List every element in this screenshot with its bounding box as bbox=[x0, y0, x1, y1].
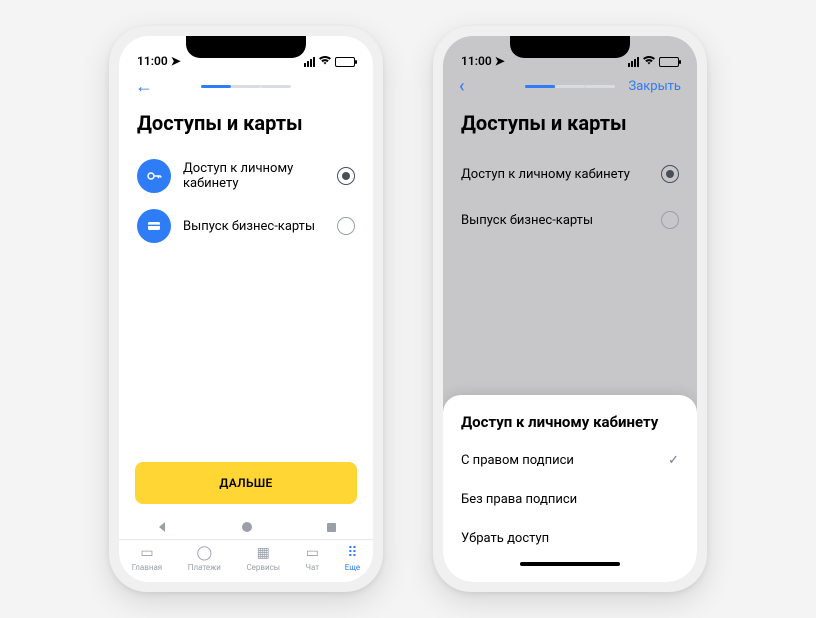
option-business-card[interactable]: Выпуск бизнес-карты bbox=[119, 201, 373, 251]
progress-indicator bbox=[525, 85, 615, 88]
tab-payments[interactable]: ◯ Платежи bbox=[188, 545, 221, 572]
location-icon: ➤ bbox=[171, 54, 181, 68]
home-icon: ▭ bbox=[140, 545, 153, 561]
nav-row: ‹ Закрыть bbox=[443, 70, 697, 101]
tab-label: Еще bbox=[345, 563, 360, 572]
back-button[interactable]: ‹ bbox=[459, 76, 465, 97]
services-icon: ▦ bbox=[257, 545, 270, 561]
tab-services[interactable]: ▦ Сервисы bbox=[246, 545, 280, 572]
tab-label: Главная bbox=[132, 563, 162, 572]
screen: 11:00 ➤ ‹ Закрыть Доступы и карты Доступ… bbox=[443, 36, 697, 582]
sheet-title: Доступ к личному кабинету bbox=[443, 413, 697, 441]
option-account-access[interactable]: Доступ к личному кабинету bbox=[119, 151, 373, 201]
tab-bar: ▭ Главная ◯ Платежи ▦ Сервисы ▭ Чат ⠿ Ещ… bbox=[119, 539, 373, 582]
android-nav bbox=[119, 514, 373, 539]
page-title: Доступы и карты bbox=[119, 101, 373, 151]
tab-label: Платежи bbox=[188, 563, 221, 572]
wifi-icon bbox=[642, 55, 656, 68]
tab-label: Чат bbox=[306, 563, 320, 572]
nav-row: ← bbox=[119, 70, 373, 101]
radio-unselected[interactable] bbox=[661, 211, 679, 229]
wifi-icon bbox=[318, 55, 332, 68]
sheet-option-no-sign-rights[interactable]: Без права подписи bbox=[443, 480, 697, 519]
phone-mock-right: 11:00 ➤ ‹ Закрыть Доступы и карты Доступ… bbox=[433, 26, 707, 592]
sheet-option-remove-access[interactable]: Убрать доступ bbox=[443, 519, 697, 558]
sheet-option-sign-rights[interactable]: С правом подписи ✓ bbox=[443, 441, 697, 480]
phone-mock-left: 11:00 ➤ ← Доступы и карты Доступ к личн bbox=[109, 26, 383, 592]
option-label: Выпуск бизнес-карты bbox=[183, 219, 325, 234]
sheet-option-label: Без права подписи bbox=[461, 492, 577, 507]
card-icon bbox=[137, 209, 171, 243]
close-button[interactable]: Закрыть bbox=[628, 79, 681, 94]
sheet-option-label: С правом подписи bbox=[461, 453, 574, 468]
battery-icon bbox=[659, 57, 679, 67]
nav-recent-icon[interactable] bbox=[326, 518, 337, 537]
sheet-option-label: Убрать доступ bbox=[461, 531, 549, 546]
more-icon: ⠿ bbox=[347, 545, 357, 561]
check-icon: ✓ bbox=[668, 453, 679, 468]
payments-icon: ◯ bbox=[196, 545, 212, 561]
screen: 11:00 ➤ ← Доступы и карты Доступ к личн bbox=[119, 36, 373, 582]
progress-indicator bbox=[201, 85, 291, 88]
signal-icon bbox=[304, 57, 315, 67]
nav-back-icon[interactable] bbox=[156, 518, 168, 537]
tab-more[interactable]: ⠿ Еще bbox=[345, 545, 360, 572]
battery-icon bbox=[335, 57, 355, 67]
notch bbox=[510, 36, 630, 58]
radio-selected[interactable] bbox=[661, 165, 679, 183]
status-time: 11:00 bbox=[461, 54, 492, 68]
back-button[interactable]: ← bbox=[135, 76, 153, 97]
signal-icon bbox=[628, 57, 639, 67]
tab-label: Сервисы bbox=[246, 563, 280, 572]
option-label: Доступ к личному кабинету bbox=[461, 167, 649, 182]
tab-home[interactable]: ▭ Главная bbox=[132, 545, 162, 572]
option-label: Выпуск бизнес-карты bbox=[461, 213, 649, 228]
next-button[interactable]: ДАЛЬШЕ bbox=[135, 462, 357, 504]
option-label: Доступ к личному кабинету bbox=[183, 161, 325, 191]
radio-selected[interactable] bbox=[337, 167, 355, 185]
option-account-access[interactable]: Доступ к личному кабинету bbox=[443, 151, 697, 197]
notch bbox=[186, 36, 306, 58]
chat-icon: ▭ bbox=[306, 545, 319, 561]
option-business-card[interactable]: Выпуск бизнес-карты bbox=[443, 197, 697, 243]
tab-chat[interactable]: ▭ Чат bbox=[306, 545, 320, 572]
status-time: 11:00 bbox=[137, 54, 168, 68]
home-indicator bbox=[520, 562, 620, 566]
page-title: Доступы и карты bbox=[443, 101, 697, 151]
nav-home-icon[interactable] bbox=[241, 518, 253, 537]
key-icon bbox=[137, 159, 171, 193]
bottom-sheet: Доступ к личному кабинету С правом подпи… bbox=[443, 395, 697, 582]
location-icon: ➤ bbox=[495, 54, 505, 68]
radio-unselected[interactable] bbox=[337, 217, 355, 235]
